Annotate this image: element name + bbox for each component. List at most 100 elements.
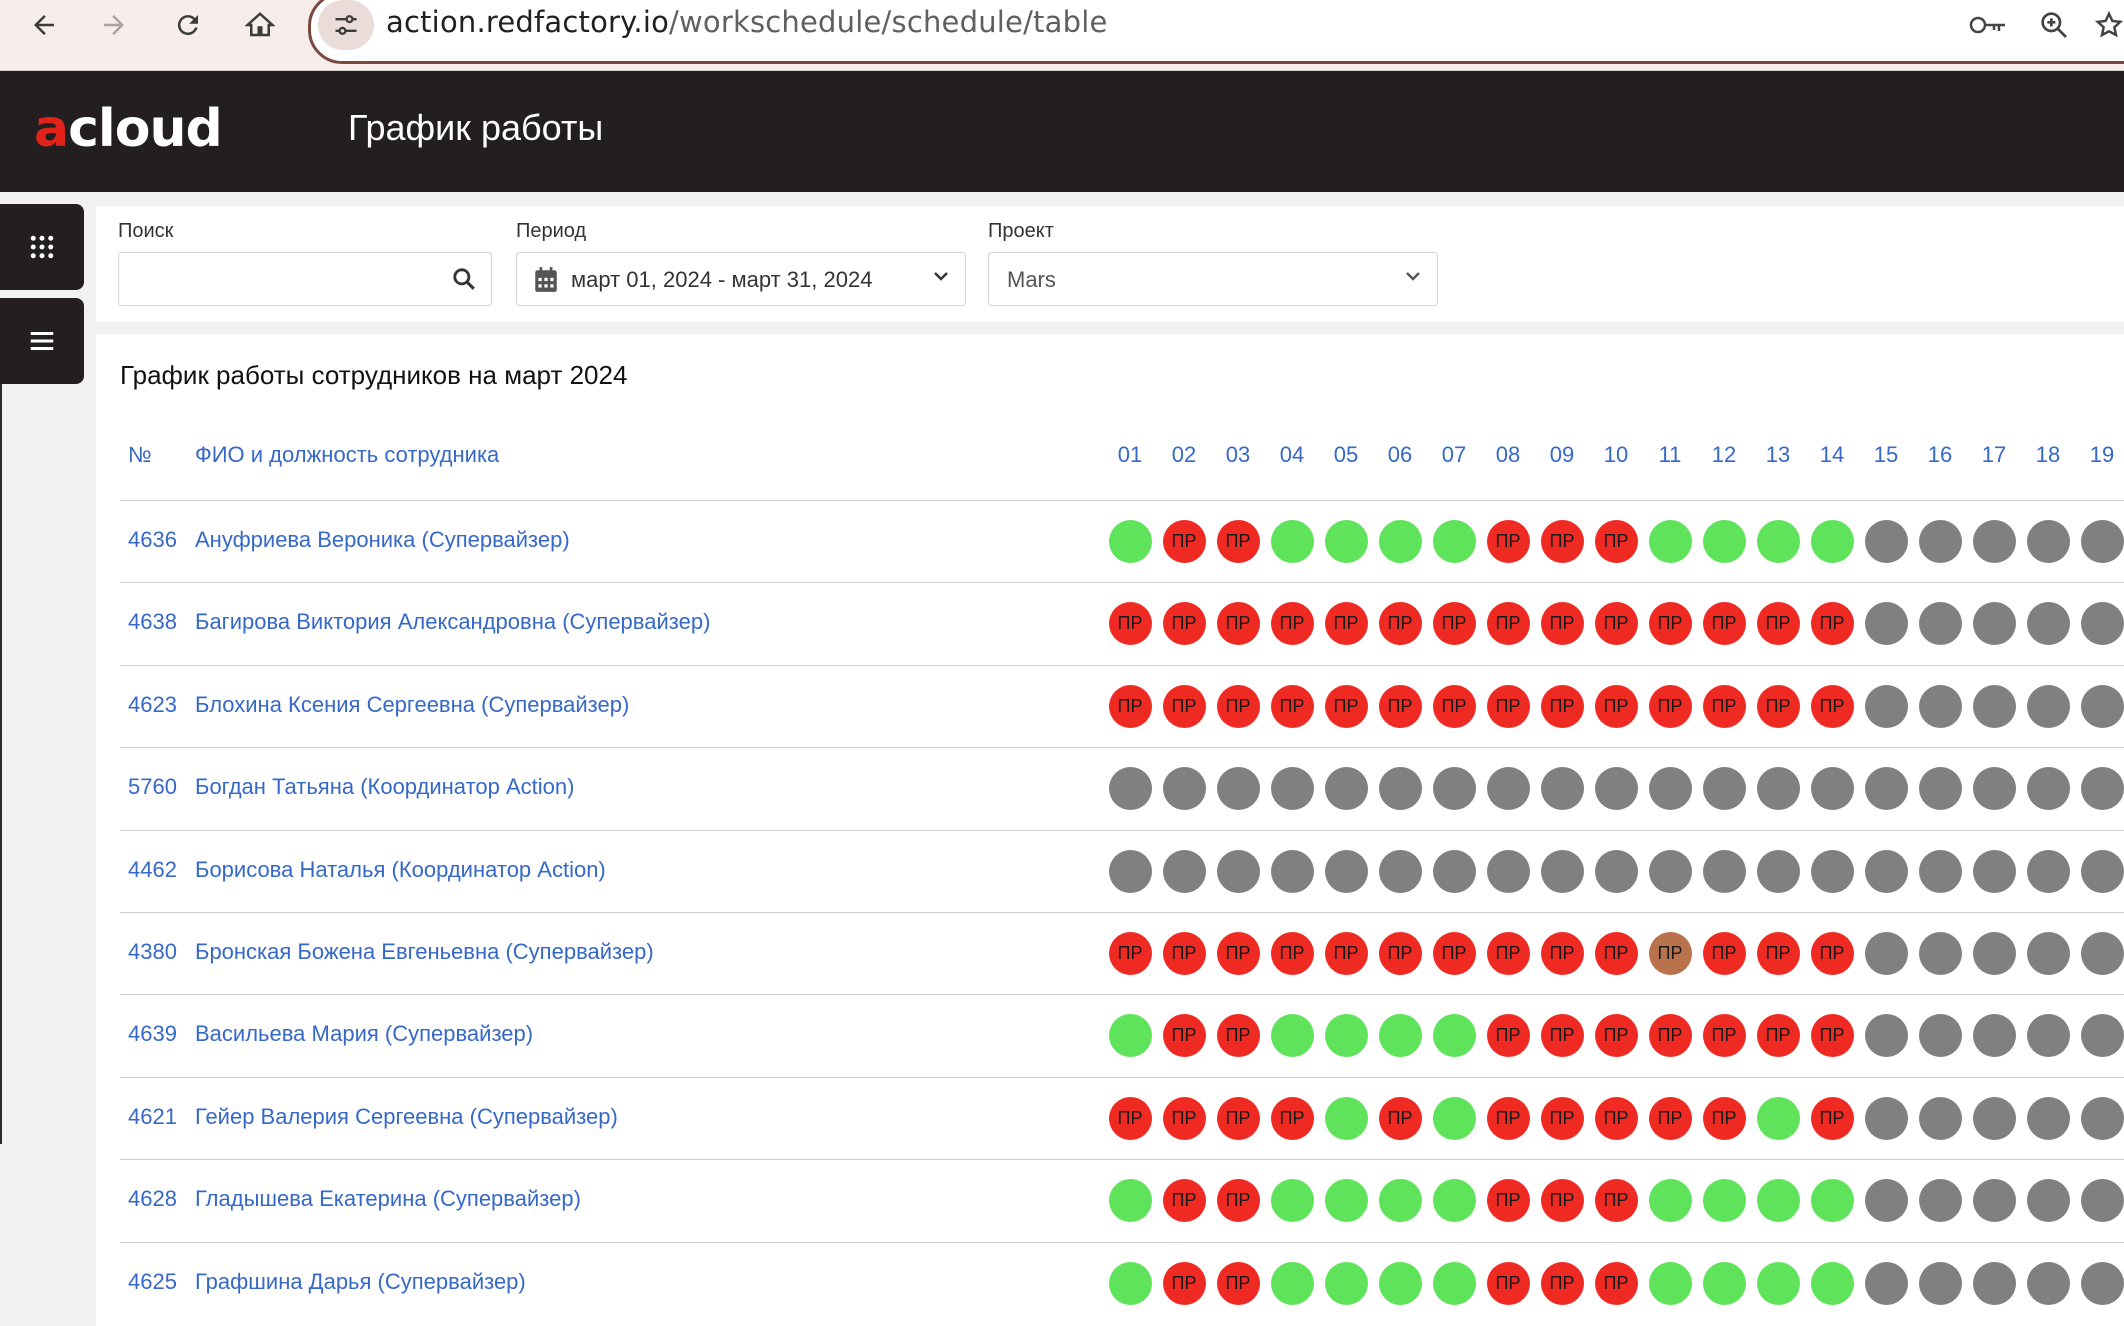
day-status-none[interactable] bbox=[1702, 849, 1746, 893]
day-status-pr[interactable]: ПР bbox=[1432, 602, 1476, 646]
day-status-pr[interactable]: ПР bbox=[1162, 1014, 1206, 1058]
day-status-work[interactable] bbox=[1270, 520, 1314, 563]
day-status-none[interactable] bbox=[1972, 849, 2016, 893]
site-settings-icon[interactable] bbox=[318, 0, 374, 50]
day-status-none[interactable] bbox=[1918, 1179, 1962, 1223]
back-arrow-icon[interactable] bbox=[16, 0, 72, 50]
day-status-none[interactable] bbox=[2080, 1261, 2124, 1305]
day-status-work[interactable] bbox=[1756, 1096, 1800, 1140]
day-status-pr[interactable]: ПР bbox=[1486, 1096, 1530, 1140]
day-status-work[interactable] bbox=[1702, 520, 1746, 563]
day-status-pr[interactable]: ПР bbox=[1432, 684, 1476, 728]
day-status-pr[interactable]: ПР bbox=[1216, 602, 1260, 646]
day-status-none[interactable] bbox=[2080, 1014, 2124, 1058]
day-status-pr[interactable]: ПР bbox=[1216, 932, 1260, 975]
day-status-pr[interactable]: ПР bbox=[1162, 932, 1206, 975]
day-status-pr[interactable]: ПР bbox=[1486, 1261, 1530, 1305]
day-status-pr[interactable]: ПР bbox=[1324, 602, 1368, 646]
day-status-none[interactable] bbox=[1378, 849, 1422, 893]
day-status-none[interactable] bbox=[1756, 767, 1800, 811]
day-status-none[interactable] bbox=[2026, 1096, 2070, 1140]
day-status-none[interactable] bbox=[1972, 767, 2016, 811]
day-status-pr[interactable]: ПР bbox=[1540, 684, 1584, 728]
day-status-work[interactable] bbox=[1756, 520, 1800, 563]
day-status-pr[interactable]: ПР bbox=[1486, 684, 1530, 728]
employee-id-link[interactable]: 4380 bbox=[128, 939, 177, 965]
day-status-work[interactable] bbox=[1378, 1179, 1422, 1223]
day-status-work[interactable] bbox=[1324, 520, 1368, 563]
day-status-pr[interactable]: ПР bbox=[1162, 684, 1206, 728]
day-status-none[interactable] bbox=[2080, 932, 2124, 975]
acloud-logo[interactable]: acloud bbox=[34, 99, 223, 159]
day-status-pr[interactable]: ПР bbox=[1540, 1261, 1584, 1305]
day-status-work[interactable] bbox=[1108, 1261, 1152, 1305]
day-status-none[interactable] bbox=[1270, 849, 1314, 893]
day-status-pr[interactable]: ПР bbox=[1216, 684, 1260, 728]
day-status-work[interactable] bbox=[1702, 1261, 1746, 1305]
day-status-none[interactable] bbox=[1648, 767, 1692, 811]
zoom-icon[interactable] bbox=[2030, 0, 2078, 50]
period-picker[interactable]: март 01, 2024 - март 31, 2024 bbox=[516, 252, 966, 306]
day-status-pr[interactable]: ПР bbox=[1324, 684, 1368, 728]
day-status-work[interactable] bbox=[1432, 1014, 1476, 1058]
day-status-none[interactable] bbox=[1486, 767, 1530, 811]
day-status-work[interactable] bbox=[1324, 1179, 1368, 1223]
day-status-none[interactable] bbox=[2026, 684, 2070, 728]
day-status-none[interactable] bbox=[1864, 1179, 1908, 1223]
day-status-none[interactable] bbox=[1378, 767, 1422, 811]
day-status-pr[interactable]: ПР bbox=[1594, 520, 1638, 563]
day-status-work[interactable] bbox=[1108, 1014, 1152, 1058]
day-status-none[interactable] bbox=[1918, 684, 1962, 728]
day-status-none[interactable] bbox=[2026, 602, 2070, 646]
project-select[interactable]: Mars bbox=[988, 252, 1438, 306]
day-status-none[interactable] bbox=[1648, 849, 1692, 893]
day-status-none[interactable] bbox=[1432, 767, 1476, 811]
day-status-none[interactable] bbox=[1594, 849, 1638, 893]
day-status-pr[interactable]: ПР bbox=[1216, 1261, 1260, 1305]
day-status-pr[interactable]: ПР bbox=[1216, 1096, 1260, 1140]
employee-id-link[interactable]: 4628 bbox=[128, 1186, 177, 1212]
day-status-none[interactable] bbox=[1810, 767, 1854, 811]
day-status-pr[interactable]: ПР bbox=[1594, 684, 1638, 728]
day-status-pr[interactable]: ПР bbox=[1162, 1096, 1206, 1140]
employee-id-link[interactable]: 4621 bbox=[128, 1104, 177, 1130]
day-status-work[interactable] bbox=[1270, 1014, 1314, 1058]
day-status-work[interactable] bbox=[1432, 520, 1476, 563]
day-status-none[interactable] bbox=[1432, 849, 1476, 893]
day-status-work[interactable] bbox=[1378, 520, 1422, 563]
day-status-none[interactable] bbox=[1972, 684, 2016, 728]
day-status-work[interactable] bbox=[1270, 1261, 1314, 1305]
apps-grid-button[interactable] bbox=[0, 204, 84, 290]
day-status-none[interactable] bbox=[1864, 849, 1908, 893]
day-status-work[interactable] bbox=[1270, 1179, 1314, 1223]
day-status-work[interactable] bbox=[1378, 1261, 1422, 1305]
employee-id-link[interactable]: 4625 bbox=[128, 1269, 177, 1295]
day-status-pr[interactable]: ПР bbox=[1108, 602, 1152, 646]
day-status-pr[interactable]: ПР bbox=[1486, 602, 1530, 646]
home-icon[interactable] bbox=[232, 0, 288, 50]
employee-name-link[interactable]: Гейер Валерия Сергеевна (Супервайзер) bbox=[195, 1104, 618, 1130]
day-status-none[interactable] bbox=[1918, 849, 1962, 893]
day-status-pr[interactable]: ПР bbox=[1648, 684, 1692, 728]
chevron-down-icon[interactable] bbox=[933, 265, 949, 289]
day-status-none[interactable] bbox=[1108, 767, 1152, 811]
day-status-none[interactable] bbox=[1918, 520, 1962, 563]
day-status-pr[interactable]: ПР bbox=[1594, 1096, 1638, 1140]
day-status-pr[interactable]: ПР bbox=[1162, 520, 1206, 563]
employee-name-link[interactable]: Блохина Ксения Сергеевна (Супервайзер) bbox=[195, 692, 629, 718]
day-status-pr[interactable]: ПР bbox=[1108, 1096, 1152, 1140]
day-status-work[interactable] bbox=[1324, 1096, 1368, 1140]
day-status-none[interactable] bbox=[1918, 602, 1962, 646]
day-status-pr[interactable]: ПР bbox=[1810, 602, 1854, 646]
day-status-none[interactable] bbox=[2080, 684, 2124, 728]
day-status-pr[interactable]: ПР bbox=[1594, 1014, 1638, 1058]
day-status-none[interactable] bbox=[1810, 849, 1854, 893]
day-status-work[interactable] bbox=[1756, 1261, 1800, 1305]
day-status-pr[interactable]: ПР bbox=[1756, 602, 1800, 646]
day-status-pr[interactable]: ПР bbox=[1648, 602, 1692, 646]
day-status-pr[interactable]: ПР bbox=[1810, 684, 1854, 728]
day-status-work[interactable] bbox=[1324, 1014, 1368, 1058]
menu-button[interactable] bbox=[0, 298, 84, 384]
day-status-none[interactable] bbox=[1270, 767, 1314, 811]
day-status-pr[interactable]: ПР bbox=[1540, 1014, 1584, 1058]
